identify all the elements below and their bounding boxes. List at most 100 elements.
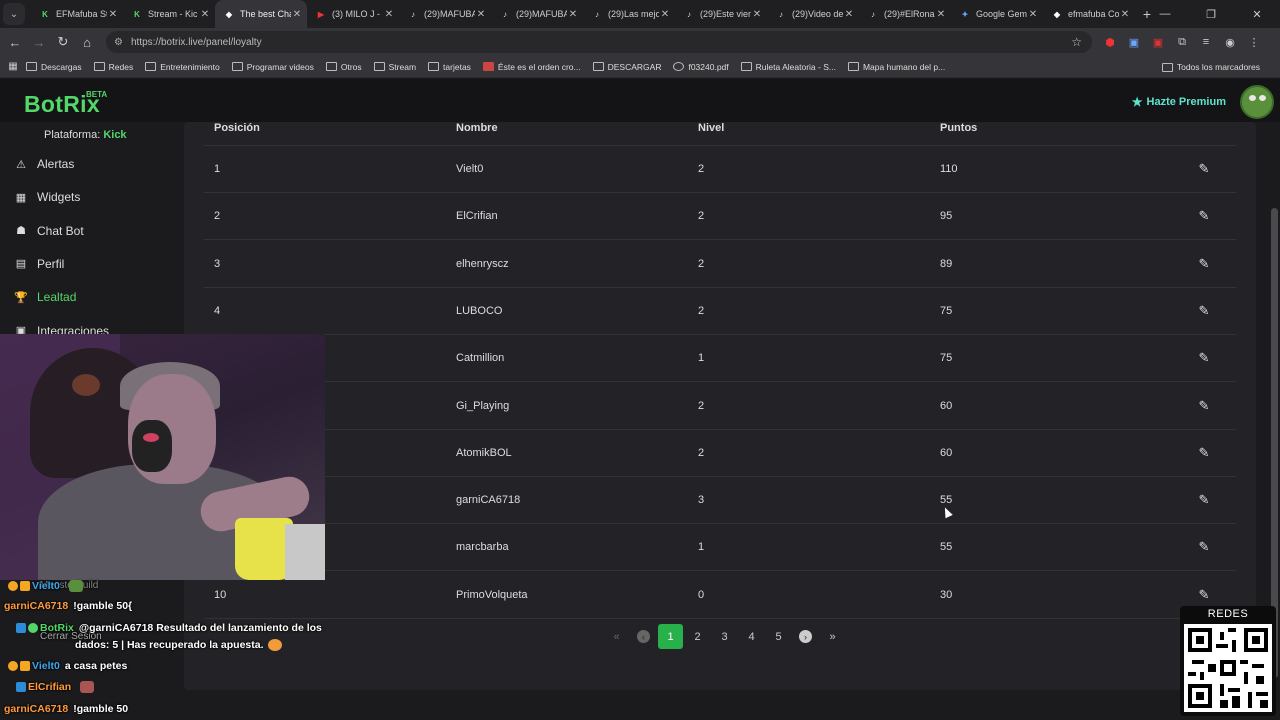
edit-pencil-icon[interactable]: ✎: [1199, 445, 1210, 461]
bookmark-item[interactable]: Otros: [325, 62, 362, 72]
browser-tab[interactable]: ◆ The best Cha ✕: [215, 0, 307, 28]
cell-points: 30: [940, 588, 953, 601]
edit-pencil-icon[interactable]: ✎: [1199, 398, 1210, 414]
page-button[interactable]: 1: [658, 624, 683, 649]
browser-tab[interactable]: ♪ (29)Las mejo ✕: [583, 0, 675, 28]
tab-close-icon[interactable]: ✕: [843, 9, 855, 20]
sidebar-item-widgets[interactable]: ▦ Widgets: [14, 190, 81, 204]
forward-button[interactable]: →: [27, 35, 51, 50]
bookmark-item[interactable]: Stream: [373, 62, 416, 72]
tab-close-icon[interactable]: ✕: [1027, 9, 1039, 20]
header-position[interactable]: Posición: [204, 122, 446, 145]
reload-button[interactable]: ↻: [51, 34, 75, 50]
tab-close-icon[interactable]: ✕: [107, 9, 119, 20]
bookmark-item[interactable]: f03240.pdf: [673, 62, 729, 72]
url-input[interactable]: ⚙ https://botrix.live/panel/loyalty ☆: [106, 31, 1092, 53]
first-page-button[interactable]: «: [604, 624, 629, 649]
browser-tab[interactable]: ♪ (29)Este vien ✕: [675, 0, 767, 28]
tab-close-icon[interactable]: ✕: [291, 9, 303, 20]
browser-tab[interactable]: ♪ (29)#ElRona ✕: [859, 0, 951, 28]
browser-tab[interactable]: ▶ (3) MILO J - ✕: [307, 0, 399, 28]
tab-close-icon[interactable]: ✕: [475, 9, 487, 20]
edit-pencil-icon[interactable]: ✎: [1199, 161, 1210, 177]
browser-tab[interactable]: K Stream - Kic ✕: [123, 0, 215, 28]
extension-shield-icon[interactable]: ▣: [1146, 36, 1170, 49]
edit-pencil-icon[interactable]: ✎: [1199, 587, 1210, 603]
next-page-button[interactable]: ›: [793, 624, 818, 649]
tab-favicon-icon: K: [134, 9, 140, 19]
tab-close-icon[interactable]: ✕: [935, 9, 947, 20]
cell-name: elhenryscz: [456, 257, 509, 270]
bookmark-item[interactable]: Mapa humano del p...: [847, 62, 945, 72]
page-button[interactable]: 4: [739, 624, 764, 649]
tab-favicon-icon: ◆: [1053, 9, 1061, 19]
nav-icon: ▦: [15, 191, 27, 204]
bookmark-item[interactable]: tarjetas: [428, 62, 471, 72]
cell-points: 110: [940, 163, 958, 175]
bookmark-item[interactable]: Ruleta Aleatoria - S...: [740, 62, 836, 72]
browser-tab[interactable]: ♪ (29)MAFUBA ✕: [399, 0, 491, 28]
edit-pencil-icon[interactable]: ✎: [1199, 256, 1210, 272]
edit-pencil-icon[interactable]: ✎: [1199, 350, 1210, 366]
prev-page-button[interactable]: ‹: [631, 624, 656, 649]
sidebar-item-lealtad[interactable]: 🏆 Lealtad: [14, 290, 76, 304]
emote-icon: [80, 681, 95, 693]
browser-tab[interactable]: ♪ (29)Video de ✕: [767, 0, 859, 28]
home-button[interactable]: ⌂: [75, 35, 99, 50]
extensions-puzzle-icon[interactable]: ⧉: [1170, 36, 1194, 49]
cell-name: AtomikBOL: [456, 446, 512, 459]
last-page-button[interactable]: »: [820, 624, 845, 649]
site-info-icon[interactable]: ⚙: [114, 37, 123, 48]
sidebar-item-perfil[interactable]: ▤ Perfil: [14, 257, 65, 271]
minimize-button[interactable]: —: [1142, 8, 1188, 20]
edit-pencil-icon[interactable]: ✎: [1199, 303, 1210, 319]
browser-menu-icon[interactable]: ⋮: [1242, 36, 1266, 49]
header-points[interactable]: Puntos: [930, 122, 1172, 145]
maximize-button[interactable]: ❐: [1188, 8, 1234, 21]
page-button[interactable]: 3: [712, 624, 737, 649]
extension-red-icon[interactable]: ⬢: [1098, 36, 1122, 49]
browser-tab[interactable]: K EFMafuba St ✕: [31, 0, 123, 28]
sidebar-item-alertas[interactable]: ⚠ Alertas: [14, 157, 74, 171]
edit-pencil-icon[interactable]: ✎: [1199, 539, 1210, 555]
bookmark-item[interactable]: Entretenimiento: [145, 62, 220, 72]
bookmark-item[interactable]: Descargas: [26, 62, 82, 72]
browser-tab[interactable]: ♪ (29)MAFUBA ✕: [491, 0, 583, 28]
page-button[interactable]: 5: [766, 624, 791, 649]
tab-close-icon[interactable]: ✕: [659, 9, 671, 20]
back-button[interactable]: ←: [3, 35, 27, 50]
header-level[interactable]: Nivel: [688, 122, 930, 145]
bookmark-item[interactable]: Éste es el orden cro...: [482, 62, 581, 72]
tab-close-icon[interactable]: ✕: [383, 9, 395, 20]
browser-tab[interactable]: ✦ Google Gem ✕: [951, 0, 1043, 28]
folder-icon: [1161, 62, 1173, 72]
edit-pencil-icon[interactable]: ✎: [1199, 208, 1210, 224]
tab-close-icon[interactable]: ✕: [1119, 9, 1131, 20]
sidebar-item-chat-bot[interactable]: ☗ Chat Bot: [14, 224, 84, 238]
profile-avatar-icon[interactable]: ◉: [1218, 36, 1242, 49]
page-button[interactable]: 2: [685, 624, 710, 649]
browser-tab[interactable]: ◆ efmafuba Co ✕: [1043, 0, 1135, 28]
chat-line: garniCA6718 !gamble 50{: [4, 600, 132, 612]
edit-pencil-icon[interactable]: ✎: [1199, 492, 1210, 508]
bookmark-item[interactable]: Redes: [93, 62, 133, 72]
all-bookmarks-folder[interactable]: Todos los marcadores: [1161, 56, 1260, 78]
tab-close-icon[interactable]: ✕: [567, 9, 579, 20]
user-avatar[interactable]: [1240, 85, 1274, 119]
close-window-button[interactable]: ✕: [1234, 8, 1280, 21]
bookmark-item[interactable]: Programar videos: [231, 62, 314, 72]
tab-close-icon[interactable]: ✕: [199, 9, 211, 20]
extension-translate-icon[interactable]: ▣: [1122, 36, 1146, 49]
reading-list-icon[interactable]: ≡: [1194, 36, 1218, 48]
tab-search-button[interactable]: ⌄: [3, 3, 25, 25]
cell-points: 89: [940, 257, 953, 270]
nav-icon: ▤: [15, 258, 27, 271]
premium-button[interactable]: ★ Hazte Premium: [1132, 95, 1226, 109]
chat-message: !gamble 50{: [73, 600, 133, 612]
pagination: « ‹ 12345 › »: [604, 624, 847, 649]
bookmark-star-icon[interactable]: ☆: [1071, 35, 1082, 49]
header-name[interactable]: Nombre: [446, 122, 688, 145]
tab-close-icon[interactable]: ✕: [751, 9, 763, 20]
apps-grid-icon[interactable]: ▦: [0, 61, 26, 72]
bookmark-item[interactable]: DESCARGAR: [592, 62, 661, 72]
